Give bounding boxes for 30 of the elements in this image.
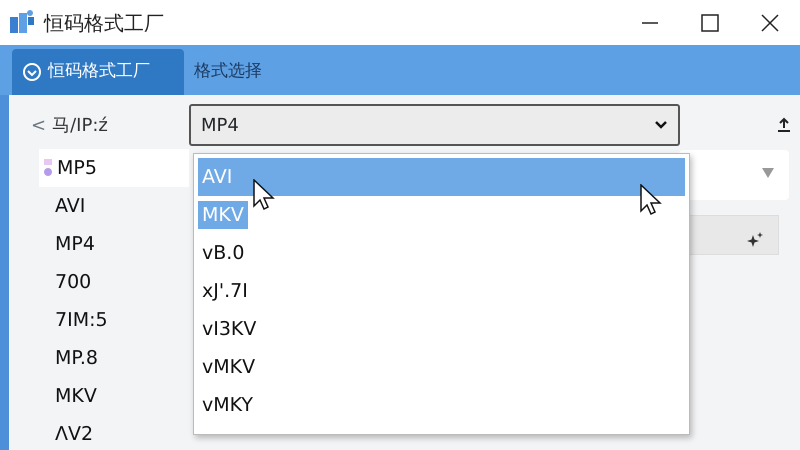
cursor-icon	[253, 179, 275, 211]
format-dropdown[interactable]: MP4	[189, 104, 680, 146]
tab[interactable]: 格式选择	[184, 49, 272, 95]
close-icon	[760, 12, 780, 32]
file-icon	[43, 158, 53, 178]
format-item[interactable]: MP5	[39, 149, 189, 187]
minimize-icon	[641, 22, 659, 24]
dropdown-triangle-icon[interactable]	[761, 167, 775, 179]
dropdown-option[interactable]: vI3KV	[198, 314, 260, 344]
format-item[interactable]: 7ΙΜ:5	[39, 301, 189, 339]
format-item[interactable]: MKV	[39, 377, 189, 415]
format-item[interactable]: AVI	[39, 187, 189, 225]
download-circle-icon	[22, 62, 42, 82]
tab[interactable]: 恒码格式工厂	[12, 49, 184, 95]
maximize-icon	[700, 12, 720, 32]
cursor-icon	[640, 184, 662, 216]
chevron-icon	[654, 120, 668, 130]
format-label: 马/IP:ź	[52, 114, 108, 138]
sparkle-icon[interactable]	[747, 232, 763, 248]
window-title: 恒码格式工厂	[44, 10, 164, 36]
dropdown-option[interactable]: vMKY	[198, 390, 258, 420]
dropdown-option[interactable]: xJ'.7I	[198, 276, 252, 306]
dropdown-option[interactable]: vMKV	[198, 352, 260, 382]
format-item[interactable]: 700	[39, 263, 189, 301]
format-item[interactable]: ΛV2	[39, 415, 189, 450]
back-button[interactable]: <	[31, 112, 46, 138]
upload-icon[interactable]	[776, 117, 792, 133]
format-item[interactable]: MP.8	[39, 339, 189, 377]
dropdown-option[interactable]: vB.0	[198, 238, 248, 268]
format-item[interactable]: MP4	[39, 225, 189, 263]
